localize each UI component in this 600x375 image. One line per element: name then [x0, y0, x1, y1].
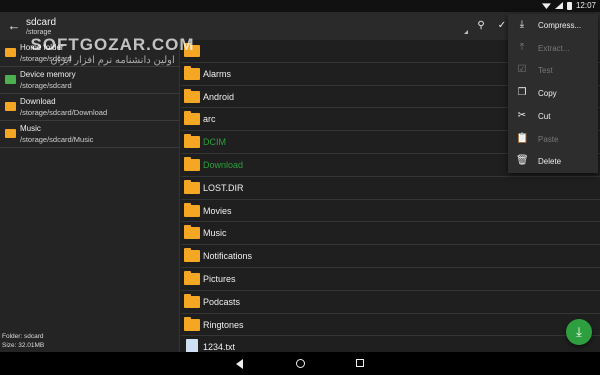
folder-icon	[184, 225, 200, 240]
menu-item-label: Test	[538, 66, 553, 76]
file-row[interactable]: Movies	[181, 200, 600, 223]
home-folder-icon	[184, 43, 200, 57]
copy-icon: ❐	[517, 87, 527, 99]
device-memory-icon	[5, 75, 16, 84]
size-info: Size: 32.01MB	[2, 342, 45, 349]
file-name: Movies	[203, 205, 232, 216]
file-name: DCIM	[203, 137, 226, 148]
folder-icon	[184, 293, 200, 308]
file-name: LOST.DIR	[203, 182, 244, 193]
file-name: Podcasts	[203, 296, 241, 307]
file-name: Music	[203, 228, 227, 239]
file-name: Ringtones	[203, 319, 244, 330]
download-fab-button[interactable]: ⤓	[566, 319, 592, 345]
folder-icon	[184, 134, 200, 149]
folder-icon	[184, 202, 200, 217]
file-row[interactable]: Ringtones	[181, 314, 600, 337]
file-name: Android	[203, 91, 235, 102]
scissors-icon: ✂	[517, 109, 527, 121]
folder-icon	[184, 271, 200, 285]
file-name: Download	[203, 160, 244, 170]
battery-icon	[566, 1, 572, 10]
menu-item-compress[interactable]: ⤓ Compress...	[508, 14, 598, 37]
menu-item-label: Extract...	[538, 43, 570, 53]
music-folder-icon	[5, 129, 16, 138]
toolbar-subtitle: /storage	[26, 29, 52, 36]
select-all-icon[interactable]: ✓	[496, 20, 508, 32]
file-name: Pictures	[203, 274, 236, 284]
upload-icon: ⤒	[519, 41, 525, 53]
text-file-icon	[186, 339, 198, 352]
download-icon: ⤓	[519, 19, 525, 30]
nav-home-icon[interactable]	[296, 359, 305, 368]
bookmark-item[interactable]: Home folder/storage/sdcard	[0, 40, 180, 67]
bookmark-path: /storage/sdcard/Download	[20, 108, 108, 117]
bookmark-name: Device memory	[20, 70, 76, 79]
context-menu: ⤓ Compress... ⤒ Extract... ☑ Test ❐ Copy ✂ Cut 📋 Pa…	[508, 14, 598, 173]
folder-icon	[184, 111, 200, 126]
menu-item-delete[interactable]: 🗑 Delete	[508, 150, 598, 173]
status-icons: 12:07	[541, 1, 596, 10]
path-dropdown-caret-icon[interactable]	[464, 30, 468, 34]
menu-item-copy[interactable]: ❐ Copy	[508, 82, 598, 105]
file-row[interactable]: 1234.txt	[181, 336, 600, 352]
bookmarks-pane: Home folder/storage/sdcard Device memory /…	[0, 40, 180, 352]
status-bar: 12:07	[0, 0, 600, 12]
wifi-icon	[541, 3, 551, 9]
file-row[interactable]: Music	[181, 222, 600, 246]
home-folder-icon	[5, 48, 16, 57]
folder-info: Folder: sdcard	[2, 333, 44, 340]
nav-back-icon[interactable]	[236, 359, 243, 369]
toolbar-title: sdcard	[26, 17, 57, 28]
folder-icon	[184, 316, 200, 331]
status-time: 12:07	[575, 1, 596, 10]
bookmark-path: /storage/sdcard	[20, 81, 72, 90]
trash-icon: 🗑	[516, 155, 529, 167]
menu-item-paste: 📋 Paste	[508, 128, 598, 151]
folder-icon	[184, 65, 200, 80]
file-row[interactable]: Podcasts	[181, 291, 600, 314]
search-icon[interactable]: ⚲	[475, 20, 487, 32]
nav-recents-icon[interactable]	[356, 359, 364, 367]
menu-item-label: Delete	[538, 157, 562, 167]
file-name: Notifications	[203, 251, 253, 262]
menu-item-label: Compress...	[538, 21, 582, 30]
bookmark-path: /storage/sdcard	[20, 54, 72, 63]
menu-item-extract: ⤒ Extract...	[508, 37, 598, 60]
file-row[interactable]: LOST.DIR	[181, 177, 600, 200]
bookmark-item[interactable]: Device memory/storage/sdcard	[0, 67, 180, 94]
checkbox-icon: ☑	[517, 64, 527, 76]
download-folder-icon	[5, 102, 16, 111]
file-row[interactable]: Pictures	[181, 268, 600, 291]
bookmark-name: Music	[20, 124, 41, 133]
file-name: arc	[203, 114, 216, 125]
file-name: Alarms	[203, 68, 232, 79]
file-row[interactable]: Notifications	[181, 245, 600, 268]
menu-item-label: Cut	[538, 111, 551, 121]
back-arrow-icon[interactable]: ←	[7, 19, 21, 33]
folder-icon	[184, 157, 200, 171]
bookmark-item[interactable]: Download/storage/sdcard/Download	[0, 94, 180, 121]
folder-icon	[184, 88, 200, 103]
menu-item-label: Paste	[538, 134, 559, 144]
folder-icon	[184, 179, 200, 194]
folder-icon	[184, 248, 200, 263]
menu-item-label: Copy	[538, 89, 557, 99]
menu-item-test: ☑ Test	[508, 59, 598, 82]
file-name: 1234.txt	[203, 342, 236, 352]
bookmark-name: Download	[20, 97, 56, 106]
bookmark-path: /storage/sdcard/Music	[20, 135, 94, 144]
signal-icon	[554, 2, 563, 9]
menu-item-cut[interactable]: ✂ Cut	[508, 105, 598, 128]
bookmark-name: Home folder	[20, 43, 64, 52]
bookmark-item[interactable]: Music/storage/sdcard/Music	[0, 121, 180, 148]
clipboard-icon: 📋	[516, 132, 529, 144]
navigation-bar	[0, 352, 600, 375]
